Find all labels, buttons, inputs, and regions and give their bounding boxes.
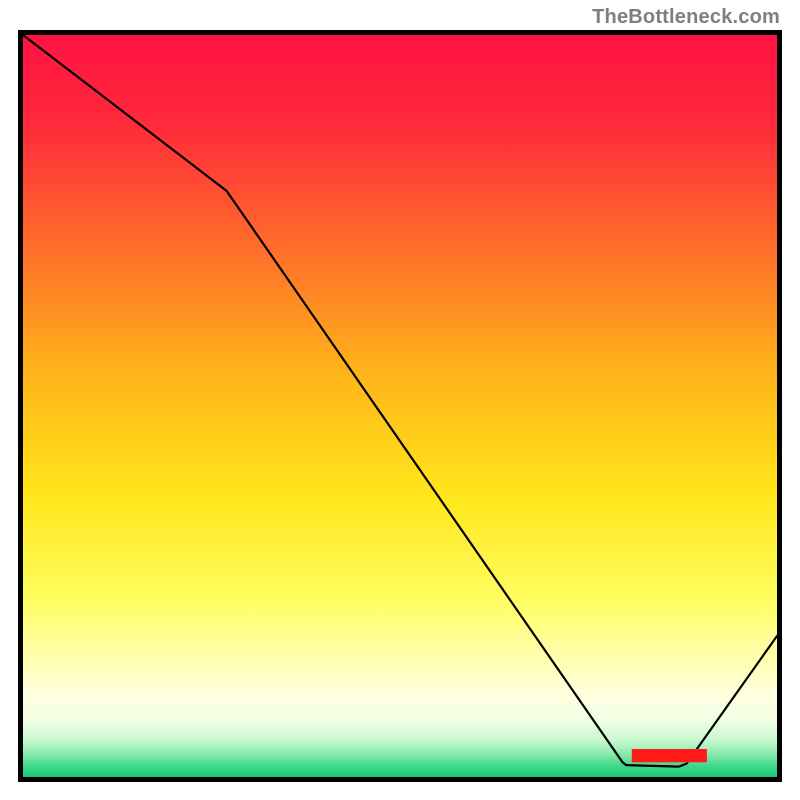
watermark-text: TheBottleneck.com	[592, 6, 780, 29]
bottleneck-line	[23, 35, 777, 777]
optimal-gpu-annotation: ██████████	[632, 750, 707, 762]
plot-frame: ██████████	[18, 30, 782, 782]
chart-stage: TheBottleneck.com ██████████	[0, 0, 800, 800]
